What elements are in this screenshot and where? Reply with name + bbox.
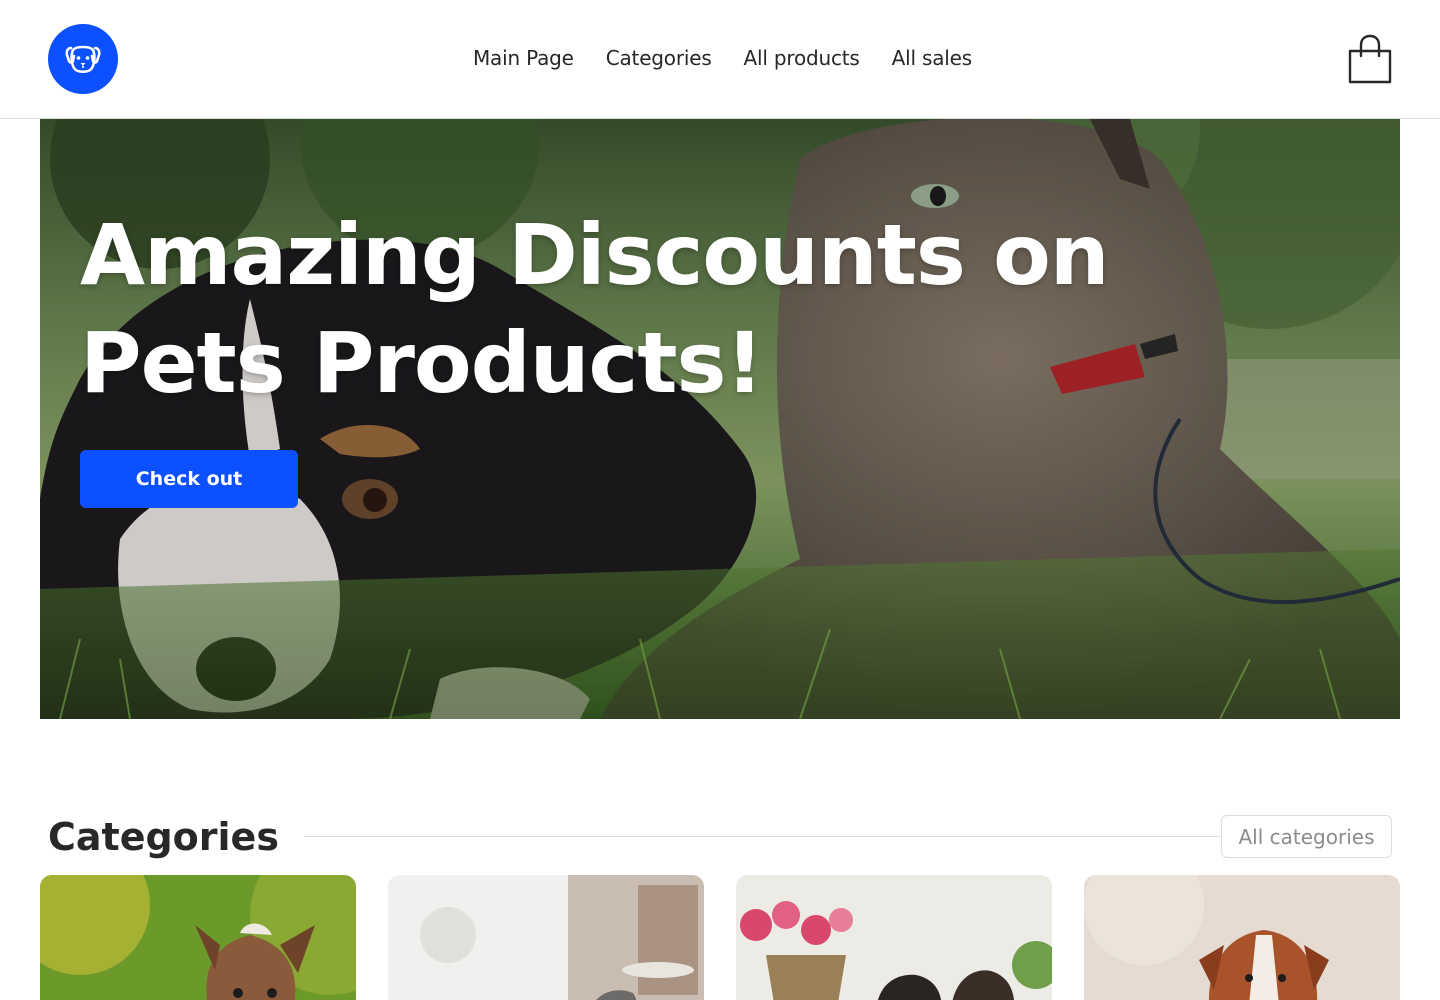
hero-banner: Amazing Discounts on Pets Products! Chec… [40, 119, 1400, 719]
category-image-dogs-with-flowers [736, 875, 1052, 1000]
category-card[interactable] [736, 875, 1052, 1000]
section-divider [304, 836, 1222, 837]
category-card[interactable] [1084, 875, 1400, 1000]
categories-header: Categories All categories [48, 812, 1392, 862]
category-image-cat-in-room [388, 875, 704, 1000]
main-nav: Main Page Categories All products All sa… [473, 46, 972, 70]
category-card[interactable] [388, 875, 704, 1000]
shopping-bag-icon [1348, 34, 1392, 84]
all-categories-button[interactable]: All categories [1221, 815, 1392, 858]
logo-button[interactable] [48, 24, 118, 94]
category-image-dog-on-sand [1084, 875, 1400, 1000]
categories-title: Categories [48, 815, 279, 859]
category-card[interactable] [40, 875, 356, 1000]
nav-all-sales[interactable]: All sales [892, 46, 973, 70]
nav-main-page[interactable]: Main Page [473, 46, 574, 70]
cart-button[interactable] [1347, 34, 1393, 84]
dog-face-icon [65, 45, 101, 74]
check-out-button[interactable]: Check out [80, 450, 298, 508]
category-cards [40, 875, 1400, 1000]
hero-title: Amazing Discounts on Pets Products! [80, 206, 1110, 412]
site-header: Main Page Categories All products All sa… [0, 0, 1440, 119]
category-image-dog-on-grass [40, 875, 356, 1000]
nav-categories[interactable]: Categories [606, 46, 712, 70]
nav-all-products[interactable]: All products [744, 46, 860, 70]
